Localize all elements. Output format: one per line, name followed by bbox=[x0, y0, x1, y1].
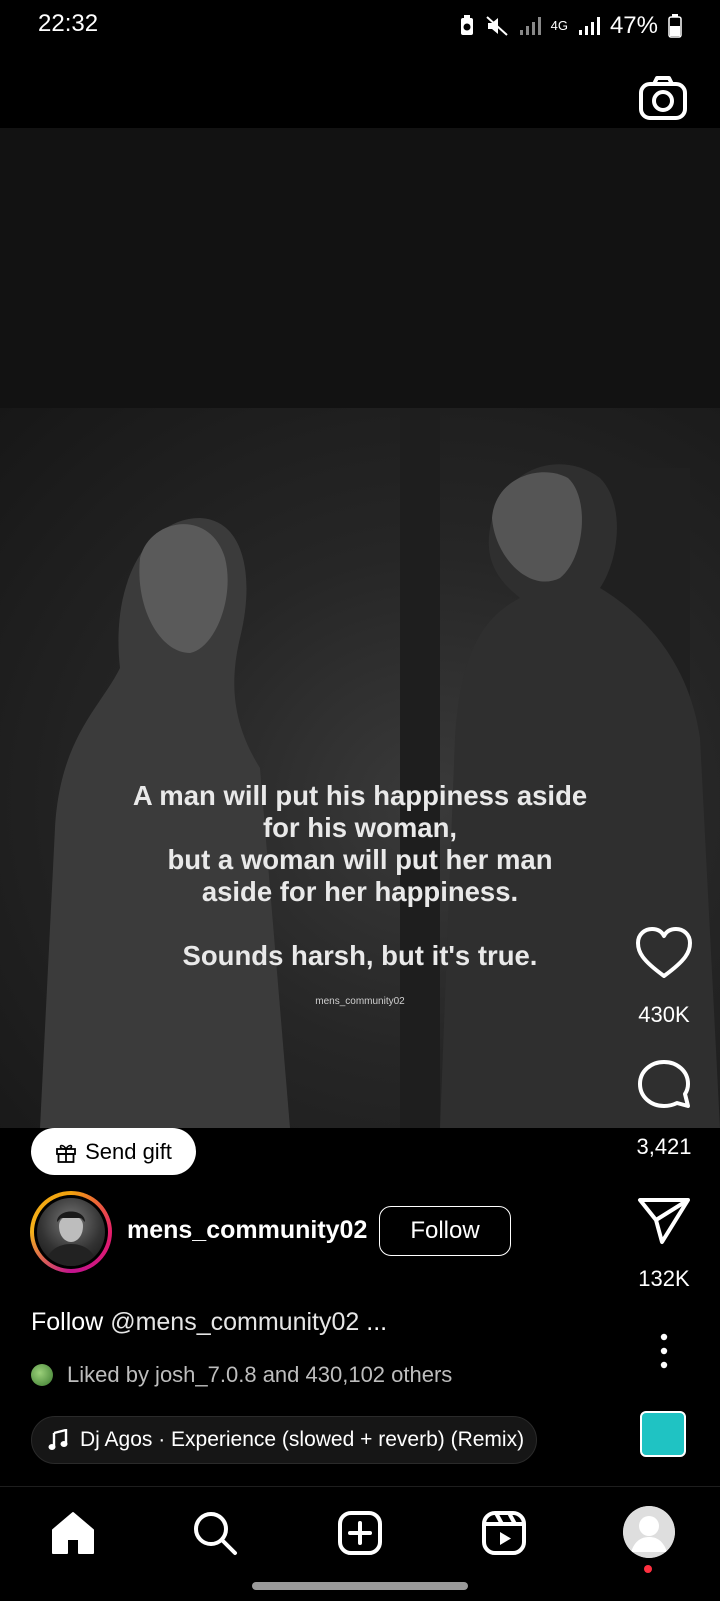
audio-track-title: Dj Agos · Experience (slowed + reverb) (… bbox=[80, 1428, 525, 1451]
quote-line bbox=[60, 908, 660, 940]
battery-icon bbox=[668, 14, 682, 38]
nav-home[interactable] bbox=[48, 1508, 98, 1558]
heart-icon bbox=[636, 927, 692, 978]
send-icon bbox=[638, 1198, 690, 1244]
liked-by-text: Liked by josh_7.0.8 and 430,102 others bbox=[67, 1362, 453, 1387]
signal-icon bbox=[578, 17, 600, 35]
battery-saver-icon bbox=[460, 15, 473, 35]
quote-line: aside for her happiness. bbox=[201, 876, 519, 907]
share-button[interactable] bbox=[632, 1188, 696, 1252]
avatar-ring-gap bbox=[34, 1195, 108, 1269]
like-button[interactable] bbox=[632, 922, 696, 986]
nav-reels[interactable] bbox=[479, 1508, 529, 1558]
avatar-image bbox=[37, 1198, 105, 1266]
mute-icon bbox=[485, 16, 508, 36]
search-icon bbox=[194, 1512, 237, 1555]
caption-mention[interactable]: @mens_community02 bbox=[110, 1308, 359, 1336]
caption-more[interactable]: ... bbox=[366, 1308, 387, 1336]
share-count: 132K bbox=[638, 1266, 690, 1291]
more-options-button[interactable] bbox=[650, 1333, 678, 1369]
quote-line: A man will put his happiness aside bbox=[132, 780, 588, 811]
follow-button[interactable]: Follow bbox=[379, 1206, 511, 1256]
nav-profile-avatar[interactable] bbox=[623, 1506, 675, 1558]
gift-icon bbox=[56, 1144, 76, 1163]
profile-placeholder-icon bbox=[623, 1506, 675, 1558]
author-avatar[interactable] bbox=[30, 1191, 112, 1273]
author-username[interactable]: mens_community02 bbox=[127, 1216, 367, 1245]
post-caption[interactable]: Follow @mens_community02 ... bbox=[31, 1308, 387, 1337]
create-icon bbox=[338, 1511, 382, 1555]
reels-icon bbox=[482, 1511, 526, 1555]
send-gift-label: Send gift bbox=[85, 1138, 172, 1164]
quote-line: Sounds harsh, but it's true. bbox=[182, 940, 538, 971]
home-icon bbox=[52, 1512, 94, 1554]
avatar-figure bbox=[45, 1211, 97, 1266]
comment-button[interactable] bbox=[632, 1056, 696, 1120]
caption-prefix: Follow bbox=[31, 1308, 104, 1336]
audio-thumbnail[interactable] bbox=[640, 1411, 686, 1457]
like-count: 430K bbox=[638, 1002, 690, 1027]
quote-line: for his woman, bbox=[262, 812, 458, 843]
signal-icon bbox=[519, 17, 541, 35]
nav-create[interactable] bbox=[335, 1508, 385, 1558]
camera-button[interactable] bbox=[638, 76, 688, 122]
audio-track-pill[interactable]: Dj Agos · Experience (slowed + reverb) (… bbox=[31, 1416, 537, 1464]
network-type: 4G bbox=[550, 18, 568, 33]
music-note-icon bbox=[48, 1429, 68, 1450]
comment-count: 3,421 bbox=[636, 1134, 692, 1159]
more-vertical-icon bbox=[660, 1333, 668, 1369]
comment-icon bbox=[638, 1060, 690, 1108]
status-icons: 4G 47% bbox=[459, 12, 682, 40]
battery-percent: 47% bbox=[609, 12, 658, 39]
liked-by-row[interactable]: Liked by josh_7.0.8 and 430,102 others bbox=[31, 1362, 452, 1388]
liker-avatar bbox=[31, 1364, 53, 1386]
camera-icon bbox=[639, 76, 687, 120]
home-indicator[interactable] bbox=[252, 1582, 468, 1590]
send-gift-button[interactable]: Send gift bbox=[31, 1128, 196, 1175]
notification-dot bbox=[644, 1565, 652, 1573]
quote-line: but a woman will put her man bbox=[167, 844, 553, 875]
status-time: 22:32 bbox=[38, 10, 99, 37]
nav-search[interactable] bbox=[190, 1508, 240, 1558]
quote-text: A man will put his happiness aside for h… bbox=[60, 780, 660, 972]
image-watermark: mens_community02 bbox=[315, 996, 405, 1007]
